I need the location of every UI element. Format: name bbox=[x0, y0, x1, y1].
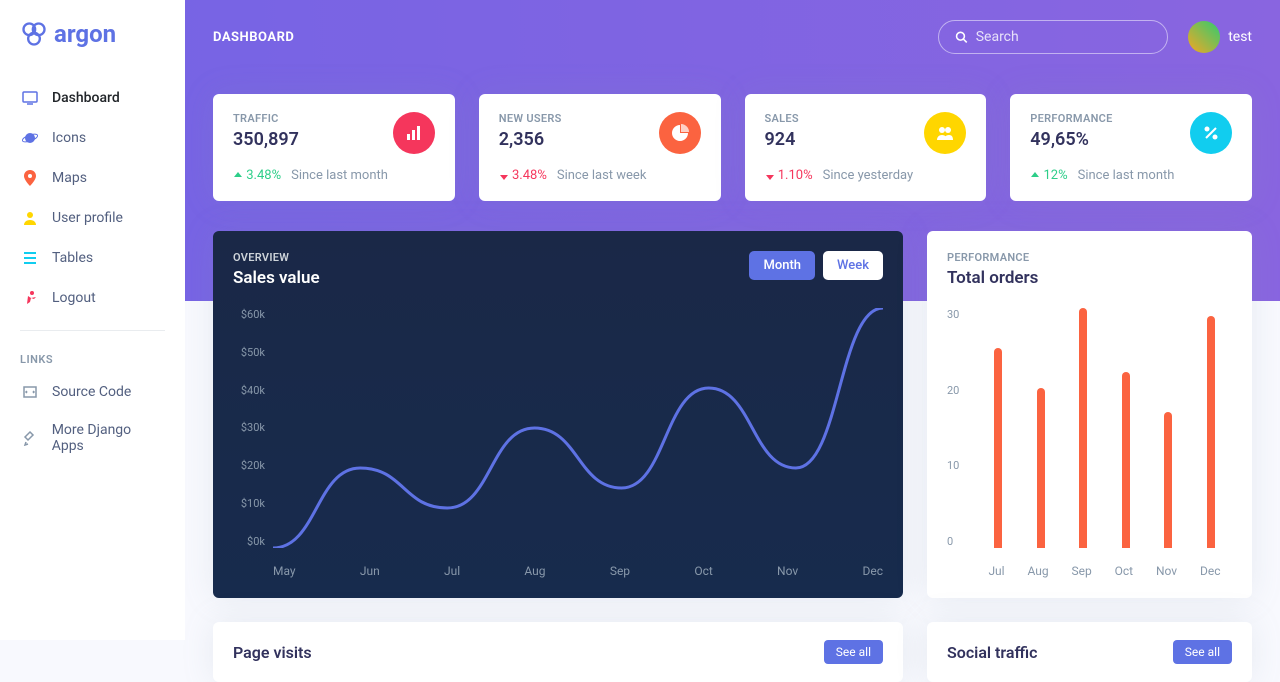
chart-overline: OVERVIEW bbox=[233, 251, 320, 264]
sidebar-item-label: Tables bbox=[52, 250, 93, 266]
table-title: Page visits bbox=[233, 643, 312, 662]
argon-logo-icon bbox=[20, 20, 48, 48]
stat-label: NEW USERS bbox=[499, 112, 562, 125]
stat-value: 350,897 bbox=[233, 129, 299, 150]
sidebar-item-source[interactable]: Source Code bbox=[0, 372, 185, 412]
see-all-button[interactable]: See all bbox=[1173, 640, 1232, 664]
stat-value: 2,356 bbox=[499, 129, 562, 150]
stat-value: 49,65% bbox=[1030, 129, 1112, 150]
brand-name: argon bbox=[54, 20, 116, 48]
sales-chart-card: OVERVIEW Sales value Month Week $60k$50k… bbox=[213, 231, 903, 598]
stat-value: 924 bbox=[765, 129, 799, 150]
main-content: DASHBOARD test TRAFFIC 350,897 bbox=[185, 0, 1280, 682]
sidebar: argon Dashboard Icons Maps User profile … bbox=[0, 0, 185, 640]
percent-icon bbox=[1190, 112, 1232, 154]
tv-icon bbox=[20, 88, 40, 108]
stat-card-performance: PERFORMANCE 49,65% 12% Since last month bbox=[1010, 94, 1252, 201]
stat-change: 1.10% bbox=[765, 168, 813, 183]
page-title: DASHBOARD bbox=[213, 30, 294, 45]
stat-change: 3.48% bbox=[499, 168, 547, 183]
stat-label: SALES bbox=[765, 112, 799, 125]
brand-logo[interactable]: argon bbox=[0, 20, 185, 78]
stat-label: PERFORMANCE bbox=[1030, 112, 1112, 125]
chart-title: Sales value bbox=[233, 268, 320, 288]
chart-title: Total orders bbox=[947, 268, 1038, 288]
username: test bbox=[1228, 29, 1252, 45]
avatar bbox=[1188, 21, 1220, 53]
tab-week[interactable]: Week bbox=[823, 251, 883, 280]
sidebar-item-profile[interactable]: User profile bbox=[0, 198, 185, 238]
divider bbox=[20, 330, 165, 331]
pin-icon bbox=[20, 168, 40, 188]
user-icon bbox=[20, 208, 40, 228]
page-visits-card: Page visits See all bbox=[213, 622, 903, 682]
chart-toggle-group: Month Week bbox=[749, 251, 883, 280]
chart-overline: PERFORMANCE bbox=[947, 251, 1038, 264]
bar-chart: 3020100 JulAugSepOctNovDec bbox=[947, 308, 1232, 578]
code-icon bbox=[20, 382, 40, 402]
search-input[interactable] bbox=[976, 29, 1151, 45]
sidebar-item-label: Logout bbox=[52, 290, 96, 306]
stat-since: Since last month bbox=[1078, 168, 1175, 183]
sidebar-item-dashboard[interactable]: Dashboard bbox=[0, 78, 185, 118]
rocket-icon bbox=[20, 428, 40, 448]
sidebar-item-label: Icons bbox=[52, 130, 86, 146]
sidebar-item-label: More Django Apps bbox=[52, 422, 165, 454]
run-icon bbox=[20, 288, 40, 308]
pie-icon bbox=[659, 112, 701, 154]
stat-since: Since yesterday bbox=[823, 168, 914, 183]
stat-since: Since last week bbox=[557, 168, 647, 183]
users-icon bbox=[924, 112, 966, 154]
stat-label: TRAFFIC bbox=[233, 112, 299, 125]
sidebar-item-more[interactable]: More Django Apps bbox=[0, 412, 185, 464]
sidebar-item-maps[interactable]: Maps bbox=[0, 158, 185, 198]
sidebar-item-label: User profile bbox=[52, 210, 123, 226]
tab-month[interactable]: Month bbox=[749, 251, 815, 280]
sidebar-item-icons[interactable]: Icons bbox=[0, 118, 185, 158]
sidebar-item-label: Source Code bbox=[52, 384, 131, 400]
sidebar-item-label: Maps bbox=[52, 170, 87, 186]
line-chart: $60k$50k$40k$30k$20k$10k$0k MayJunJulAug… bbox=[233, 308, 883, 578]
user-menu[interactable]: test bbox=[1188, 21, 1252, 53]
orders-chart-card: PERFORMANCE Total orders 3020100 JulAugS… bbox=[927, 231, 1252, 598]
chart-bar-icon bbox=[393, 112, 435, 154]
stat-card-users: NEW USERS 2,356 3.48% Since last week bbox=[479, 94, 721, 201]
social-traffic-card: Social traffic See all bbox=[927, 622, 1252, 682]
sidebar-item-label: Dashboard bbox=[52, 90, 120, 106]
see-all-button[interactable]: See all bbox=[824, 640, 883, 664]
search-box[interactable] bbox=[938, 20, 1168, 54]
planet-icon bbox=[20, 128, 40, 148]
list-icon bbox=[20, 248, 40, 268]
stat-card-sales: SALES 924 1.10% Since yesterday bbox=[745, 94, 987, 201]
stat-change: 12% bbox=[1030, 168, 1067, 183]
stat-card-traffic: TRAFFIC 350,897 3.48% Since last month bbox=[213, 94, 455, 201]
search-icon bbox=[955, 30, 968, 44]
stat-change: 3.48% bbox=[233, 168, 281, 183]
stat-since: Since last month bbox=[291, 168, 388, 183]
links-header: LINKS bbox=[0, 343, 185, 372]
sidebar-item-tables[interactable]: Tables bbox=[0, 238, 185, 278]
table-title: Social traffic bbox=[947, 643, 1037, 662]
sidebar-item-logout[interactable]: Logout bbox=[0, 278, 185, 318]
